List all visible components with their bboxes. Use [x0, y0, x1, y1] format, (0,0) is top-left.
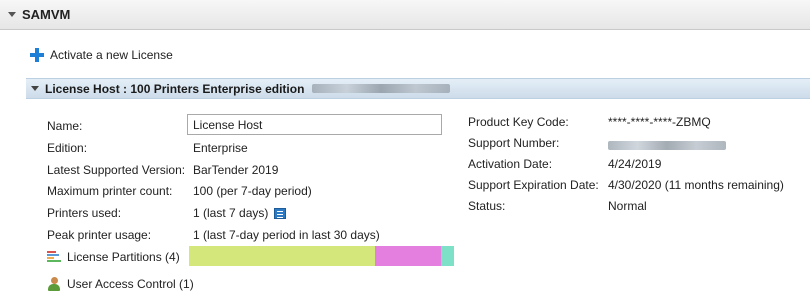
activation-date-label: Activation Date: — [468, 157, 553, 171]
redacted-support-number — [608, 141, 726, 150]
status-label: Status: — [468, 199, 506, 213]
license-partitions-link[interactable]: License Partitions (4) — [47, 250, 180, 264]
partition-segment-3[interactable] — [440, 246, 454, 266]
user-access-control-label: User Access Control (1) — [67, 277, 194, 291]
support-expiration-value: 4/30/2020 (11 months remaining) — [608, 178, 784, 192]
partitions-usage-bar[interactable] — [189, 246, 454, 266]
printers-used-label: Printers used: — [47, 206, 122, 220]
plus-icon — [30, 48, 44, 62]
license-host-title: License Host : 100 Printers Enterprise e… — [45, 81, 305, 96]
max-printer-count-label: Maximum printer count: — [47, 184, 173, 198]
latest-version-value: BarTender 2019 — [193, 163, 279, 177]
collapse-triangle-icon[interactable] — [31, 86, 39, 91]
redacted-serial — [312, 84, 451, 93]
edition-label: Edition: — [47, 141, 88, 155]
status-value: Normal — [608, 199, 647, 213]
max-printer-count-value: 100 (per 7-day period) — [193, 184, 312, 198]
user-access-control-link[interactable]: User Access Control (1) — [47, 277, 194, 291]
product-key-value: ****-****-****-ZBMQ — [608, 115, 711, 129]
activation-date-value: 4/24/2019 — [608, 157, 662, 171]
name-label: Name: — [47, 119, 83, 133]
peak-usage-label: Peak printer usage: — [47, 228, 152, 242]
list-details-icon[interactable] — [274, 208, 287, 219]
printers-used-value: 1 (last 7 days) — [193, 206, 269, 220]
activate-license-label: Activate a new License — [50, 48, 173, 62]
license-partitions-label: License Partitions (4) — [67, 250, 180, 264]
license-host-header[interactable]: License Host : 100 Printers Enterprise e… — [26, 78, 810, 99]
support-expiration-label: Support Expiration Date: — [468, 178, 599, 192]
samvm-title: SAMVM — [22, 7, 71, 22]
user-icon — [47, 277, 61, 291]
samvm-header[interactable]: SAMVM — [0, 0, 810, 30]
partition-segment-2[interactable] — [374, 246, 441, 266]
peak-usage-value: 1 (last 7-day period in last 30 days) — [193, 228, 380, 242]
partition-segment-1[interactable] — [189, 246, 375, 266]
partition-bars-icon — [47, 250, 61, 264]
edition-value: Enterprise — [193, 141, 248, 155]
support-number-label: Support Number: — [468, 136, 560, 150]
latest-version-label: Latest Supported Version: — [47, 163, 186, 177]
product-key-label: Product Key Code: — [468, 115, 569, 129]
name-field[interactable] — [187, 114, 442, 135]
collapse-triangle-icon[interactable] — [8, 12, 16, 17]
printers-used-row: 1 (last 7 days) — [193, 206, 287, 220]
activate-license-link[interactable]: Activate a new License — [30, 48, 173, 62]
support-number-value — [608, 139, 726, 153]
